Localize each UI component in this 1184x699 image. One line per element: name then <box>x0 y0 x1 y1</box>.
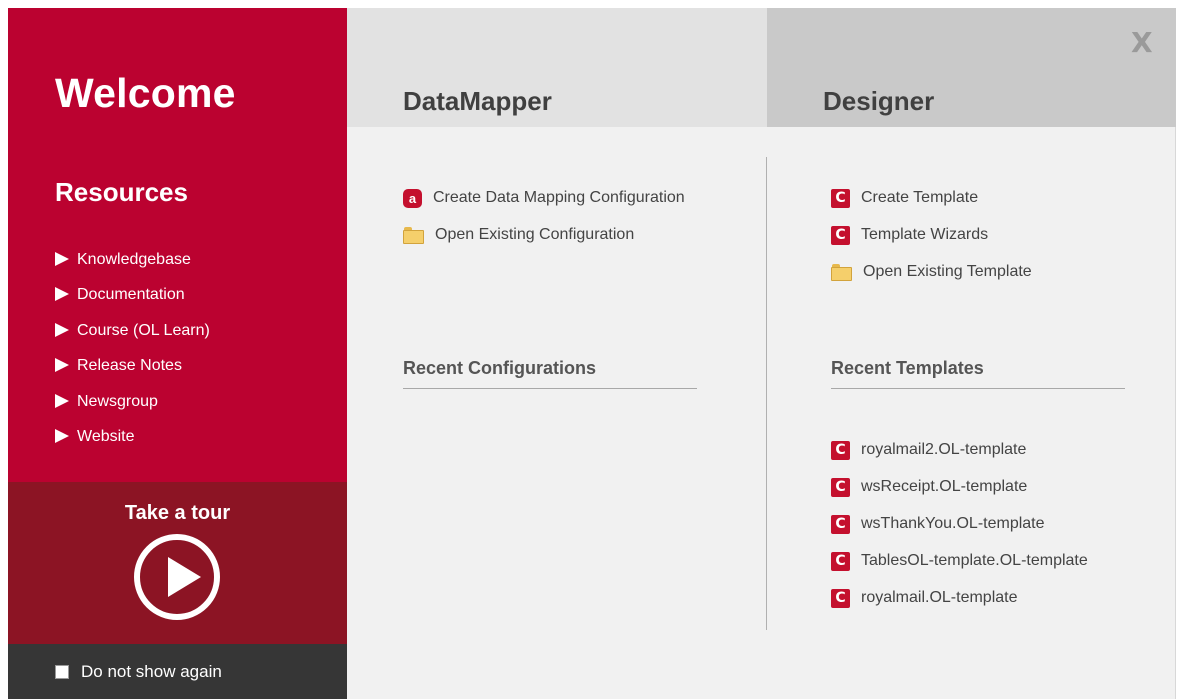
resource-link-release-notes[interactable]: Release Notes <box>55 349 210 385</box>
resource-label: Release Notes <box>77 357 182 375</box>
recent-template-item[interactable]: C TablesOL-template.OL-template <box>831 550 1088 572</box>
triangle-right-icon <box>55 251 69 266</box>
recent-configurations-divider <box>403 388 697 389</box>
designer-title: Designer <box>823 86 935 116</box>
sidebar: Welcome Resources Knowledgebase Document… <box>8 8 347 699</box>
resource-link-course[interactable]: Course (OL Learn) <box>55 313 210 349</box>
triangle-right-icon <box>55 287 69 302</box>
resources-list: Knowledgebase Documentation Course (OL L… <box>55 242 210 455</box>
recent-template-label: TablesOL-template.OL-template <box>861 552 1088 569</box>
action-label: Open Existing Template <box>863 263 1032 280</box>
recent-template-label: royalmail2.OL-template <box>861 441 1027 458</box>
recent-template-item[interactable]: C wsReceipt.OL-template <box>831 476 1027 498</box>
create-template-button[interactable]: C Create Template <box>831 187 978 209</box>
action-label: Create Data Mapping Configuration <box>433 189 685 206</box>
welcome-title: Welcome <box>55 70 236 116</box>
resource-label: Documentation <box>77 286 185 304</box>
template-wizards-button[interactable]: C Template Wizards <box>831 224 988 246</box>
tour-panel: Take a tour <box>8 482 347 644</box>
do-not-show-label: Do not show again <box>81 662 222 681</box>
recent-template-item[interactable]: C wsThankYou.OL-template <box>831 513 1045 535</box>
sidebar-footer: Do not show again <box>8 644 347 699</box>
do-not-show-checkbox[interactable] <box>55 665 69 679</box>
close-button[interactable]: X <box>1131 26 1153 59</box>
datamapper-header: DataMapper <box>347 8 767 127</box>
recent-template-label: wsThankYou.OL-template <box>861 515 1045 532</box>
resources-title: Resources <box>55 177 188 207</box>
triangle-right-icon <box>55 322 69 337</box>
designer-icon: C <box>831 551 850 571</box>
resource-link-documentation[interactable]: Documentation <box>55 278 210 314</box>
resource-link-website[interactable]: Website <box>55 420 210 456</box>
column-divider <box>766 157 767 630</box>
play-icon <box>168 557 201 597</box>
recent-templates-divider <box>831 388 1125 389</box>
resource-link-newsgroup[interactable]: Newsgroup <box>55 384 210 420</box>
resource-label: Website <box>77 428 135 446</box>
action-label: Template Wizards <box>861 226 989 243</box>
action-label: Open Existing Configuration <box>435 226 635 243</box>
open-existing-configuration-button[interactable]: Open Existing Configuration <box>403 224 634 246</box>
recent-template-label: wsReceipt.OL-template <box>861 478 1028 495</box>
recent-template-label: royalmail.OL-template <box>861 589 1018 606</box>
triangle-right-icon <box>55 393 69 408</box>
create-data-mapping-button[interactable]: a Create Data Mapping Configuration <box>403 187 685 209</box>
tour-label: Take a tour <box>124 502 231 524</box>
designer-icon: C <box>831 225 850 245</box>
open-existing-template-button[interactable]: Open Existing Template <box>831 261 1032 283</box>
designer-icon: C <box>831 514 850 534</box>
folder-icon <box>831 263 852 281</box>
resource-label: Newsgroup <box>77 392 158 410</box>
designer-icon: C <box>831 188 850 208</box>
triangle-right-icon <box>55 429 69 444</box>
recent-template-item[interactable]: C royalmail.OL-template <box>831 587 1018 609</box>
datamapper-icon: a <box>403 188 422 208</box>
resource-label: Course (OL Learn) <box>77 321 210 339</box>
designer-icon: C <box>831 477 850 497</box>
resource-link-knowledgebase[interactable]: Knowledgebase <box>55 242 210 278</box>
triangle-right-icon <box>55 358 69 373</box>
recent-templates-title: Recent Templates <box>831 358 984 378</box>
designer-icon: C <box>831 588 850 608</box>
folder-icon <box>403 226 424 244</box>
play-tour-button[interactable] <box>134 534 220 620</box>
recent-configurations-title: Recent Configurations <box>403 358 597 378</box>
resource-label: Knowledgebase <box>77 250 191 268</box>
designer-icon: C <box>831 440 850 460</box>
designer-header: Designer <box>767 8 1176 127</box>
datamapper-title: DataMapper <box>403 86 552 116</box>
recent-template-item[interactable]: C royalmail2.OL-template <box>831 439 1026 461</box>
action-label: Create Template <box>861 189 979 206</box>
